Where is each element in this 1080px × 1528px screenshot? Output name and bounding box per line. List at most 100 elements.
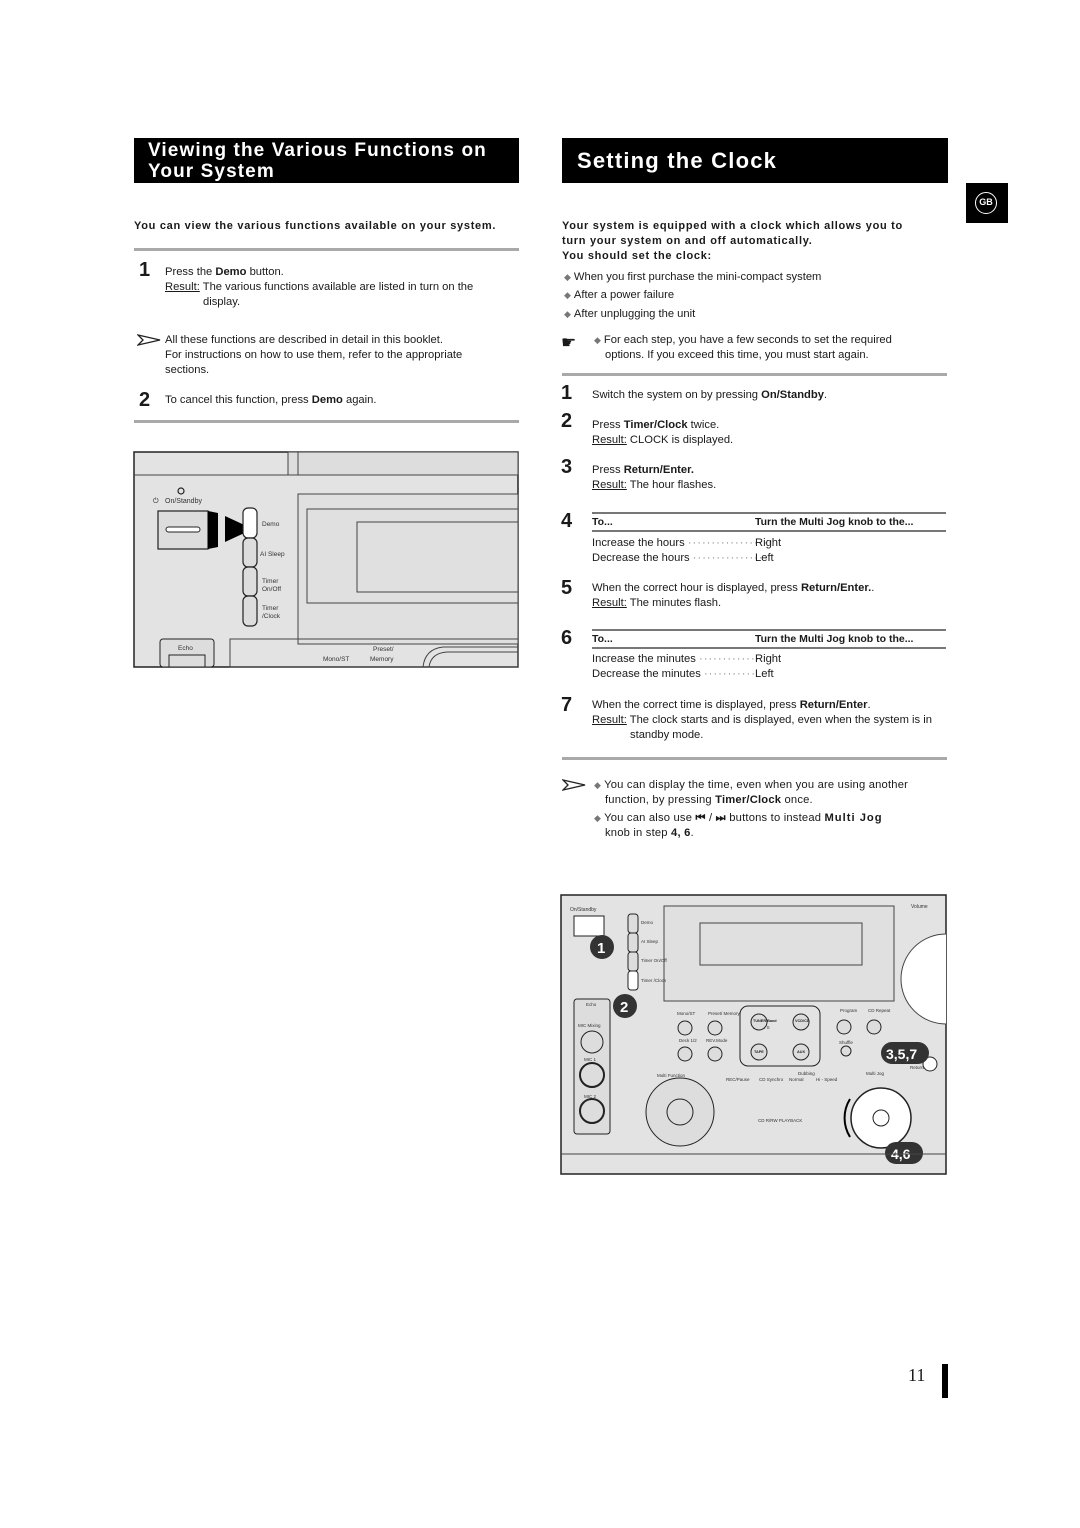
bold-term: Return/Enter.: [800, 582, 872, 594]
note-line: All these functions are described in det…: [165, 334, 443, 346]
divider: [134, 248, 519, 251]
on-standby-label: On/Standby: [570, 907, 597, 913]
deck-label: Deck 1/2: [679, 1038, 697, 1043]
list-text: After a power failure: [573, 289, 675, 302]
text: You can also use: [604, 812, 696, 824]
timer-label: Timer: [262, 605, 279, 612]
result-text-cont: display.: [203, 296, 241, 308]
clock-notes: ◆ You can display the time, even when you…: [594, 778, 908, 841]
text: buttons to instead: [725, 812, 825, 824]
text: .: [690, 827, 694, 839]
text: When the correct time is displayed, pres…: [592, 699, 800, 711]
table-header: To... Turn the Multi Jog knob to the...: [592, 512, 946, 532]
hi-speed-label: Hi - Speed: [816, 1077, 838, 1082]
result-text: The various functions available are list…: [199, 281, 474, 293]
power-icon: ⏻: [153, 497, 159, 505]
hand-note: ◆ For each step, you have a few seconds t…: [594, 333, 892, 363]
bold-term: Multi Jog: [824, 812, 883, 824]
list-item: ◆ After a power failure: [564, 286, 821, 304]
onoff-label: On/Off: [262, 586, 281, 593]
ai-sleep-button: [242, 537, 258, 568]
bold-term: Return/Enter.: [623, 464, 694, 476]
bold-term: Demo: [311, 394, 343, 406]
result-label: Result:: [592, 597, 627, 609]
text: Press the: [165, 266, 216, 278]
preset-label: Preset/ Memory: [708, 1011, 741, 1016]
clock-step-1: Switch the system on by pressing On/Stan…: [592, 388, 827, 403]
diamond-bullet-icon: ◆: [564, 308, 571, 319]
right-intro: Your system is equipped with a clock whi…: [562, 219, 903, 264]
bold-term: Demo: [215, 266, 247, 278]
mono-st-label: Mono/ST: [323, 656, 349, 663]
svg-text:1: 1: [597, 940, 605, 957]
bold-term: Timer/Clock: [623, 419, 688, 431]
reasons-list: ◆ When you first purchase the mini-compac…: [564, 268, 821, 323]
table-row: Decrease the minutes ··········· Left: [592, 667, 774, 682]
col-header-direction: Turn the Multi Jog knob to the...: [755, 633, 914, 645]
leader-dots: ·············: [698, 653, 761, 665]
direction: Right: [755, 653, 782, 665]
table-row: Decrease the hours ················ Left: [592, 551, 774, 566]
direction: Right: [755, 537, 782, 549]
on-standby-label: On/Standby: [165, 498, 202, 505]
step-number: 3: [561, 456, 573, 478]
intro-line: turn your system on and off automaticall…: [562, 235, 813, 247]
step-number: 2: [139, 389, 151, 411]
page-number-bar: [942, 1364, 948, 1398]
divider: [134, 420, 519, 423]
text: When the correct hour is displayed, pres…: [592, 582, 801, 594]
result-text: The minutes flash.: [626, 597, 722, 609]
language-badge: GB: [966, 183, 1008, 223]
diamond-bullet-icon: ◆: [564, 290, 571, 301]
title-line-1: Viewing the Various Functions on: [148, 140, 487, 161]
tape-label: TAPE: [754, 1050, 764, 1054]
shuffle-label: Shuffle: [839, 1040, 853, 1045]
result-text-cont: standby mode.: [630, 729, 704, 741]
preset-label: Preset/: [373, 646, 394, 653]
vcd-label: VCD/CD: [795, 1019, 810, 1023]
diamond-bullet-icon: ◆: [594, 335, 601, 345]
tuner-label: TUNER Band: [753, 1019, 777, 1023]
clock-step-3: Press Return/Enter. Result: The hour fla…: [592, 463, 716, 493]
manual-page: Viewing the Various Functions on Your Sy…: [0, 0, 1080, 1528]
left-step-1: Press the Demo button. Result: The vario…: [165, 265, 473, 310]
section-title-viewing-functions: Viewing the Various Functions on Your Sy…: [134, 138, 519, 183]
action: Increase the hours: [592, 537, 685, 549]
bold-term: Timer/Clock: [715, 794, 782, 806]
diamond-bullet-icon: ◆: [564, 272, 571, 282]
clock-step-5: When the correct hour is displayed, pres…: [592, 581, 874, 611]
skip-forward-icon: ⏭: [715, 812, 726, 824]
result-text: CLOCK is displayed.: [626, 434, 734, 446]
text: knob in step: [605, 827, 672, 839]
svg-text:3,5,7: 3,5,7: [886, 1046, 917, 1062]
note-line: sections.: [165, 364, 210, 376]
program-label: Program: [840, 1008, 858, 1013]
diamond-bullet-icon: ◆: [594, 813, 602, 823]
table-row: Increase the hours ·················· Rig…: [592, 536, 781, 551]
bold-term: Return/Enter: [799, 699, 868, 711]
timer-onoff-label: Timer On/Off: [641, 958, 668, 963]
text: Press: [592, 464, 624, 476]
echo-label: Echo: [178, 645, 193, 652]
section-title-setting-clock: Setting the Clock: [562, 138, 948, 183]
multi-jog-label: Multi Jog: [866, 1071, 885, 1076]
clock-step-2: Press Timer/Clock twice. Result: CLOCK i…: [592, 418, 733, 448]
callout-2: 2: [613, 994, 637, 1018]
step-number: 5: [561, 577, 573, 599]
playback-label: CD R/RW PLAYBACK: [758, 1118, 802, 1123]
cd-repeat-label: CD Repeat: [868, 1008, 891, 1013]
title-line-2: Your System: [148, 161, 275, 182]
dubbing-label: Dubbing: [798, 1071, 815, 1076]
diamond-bullet-icon: ◆: [594, 780, 602, 790]
table-row: Increase the minutes ············· Right: [592, 652, 781, 667]
text: Press: [592, 419, 624, 431]
demo-button-illustration: ⏻ On/Standby Demo AI Sleep Timer On/Off …: [133, 451, 519, 668]
step-number: 2: [561, 410, 573, 432]
step-number: 4: [561, 510, 573, 532]
mono-st-label: Mono/ST: [677, 1011, 696, 1016]
callout-46: 4,6: [885, 1142, 923, 1164]
timer-onoff-button: [242, 566, 258, 597]
timer-clock-button: [242, 595, 258, 627]
step-number: 7: [561, 694, 573, 716]
pointing-hand-icon: ☛: [561, 333, 577, 352]
